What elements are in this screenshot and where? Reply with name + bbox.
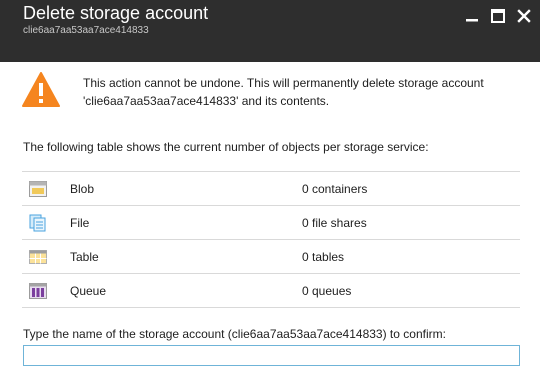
minimize-icon <box>466 19 478 22</box>
service-name: File <box>70 216 90 230</box>
blob-icon <box>29 180 47 198</box>
service-count: 0 file shares <box>302 216 367 230</box>
warning-message: This action cannot be undone. This will … <box>83 76 484 108</box>
confirm-label: Type the name of the storage account (cl… <box>23 327 446 341</box>
maximize-button[interactable] <box>490 8 506 24</box>
table-intro-text: The following table shows the current nu… <box>23 140 429 154</box>
service-name: Blob <box>70 182 95 196</box>
close-icon <box>517 9 531 23</box>
close-button[interactable] <box>516 8 532 24</box>
title-bar: Delete storage account clie6aa7aa53aa7ac… <box>0 0 540 62</box>
service-count: 0 containers <box>302 182 368 196</box>
minimize-button[interactable] <box>464 8 480 24</box>
service-name: Table <box>70 250 99 264</box>
maximize-icon <box>491 9 505 23</box>
warning-icon <box>22 72 60 108</box>
table-icon <box>29 248 47 266</box>
table-row: Blob 0 containers <box>22 172 520 206</box>
dialog-subtitle: clie6aa7aa53aa7ace414833 <box>23 25 149 36</box>
service-count: 0 queues <box>302 284 352 298</box>
service-name: Queue <box>70 284 107 298</box>
table-row: Table 0 tables <box>22 240 520 274</box>
file-icon <box>29 214 47 232</box>
table-row: Queue 0 queues <box>22 274 520 308</box>
service-table: Blob 0 containers File 0 file shares Tab… <box>22 171 520 308</box>
table-row: File 0 file shares <box>22 206 520 240</box>
queue-icon <box>29 282 47 300</box>
service-count: 0 tables <box>302 250 345 264</box>
dialog-title: Delete storage account <box>23 3 209 23</box>
confirm-name-input[interactable] <box>23 345 520 366</box>
